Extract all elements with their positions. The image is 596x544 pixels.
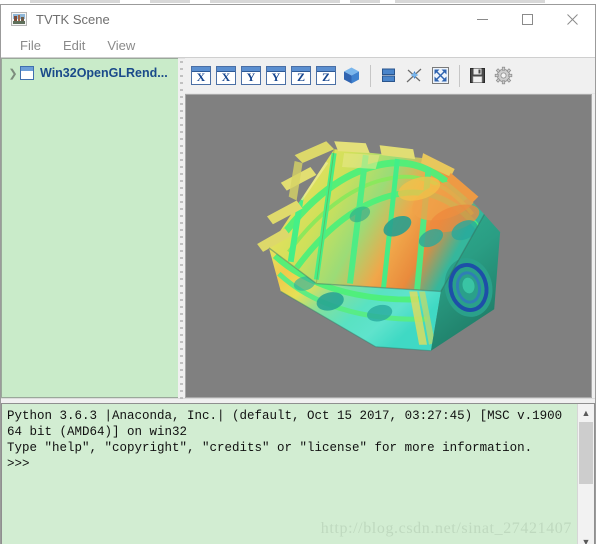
axis-cap-bar xyxy=(292,67,310,72)
axis-cap-bar xyxy=(317,67,335,72)
view-minus-y-button[interactable]: Y xyxy=(266,66,286,85)
axis-button-label: Y xyxy=(271,70,281,84)
axis-button-label: X xyxy=(196,70,206,84)
anti-aliasing-button[interactable] xyxy=(404,65,425,86)
title-bar: TVTK Scene xyxy=(1,5,595,33)
view-plus-y-button[interactable]: Y xyxy=(241,66,261,85)
axis-cap-bar xyxy=(192,67,210,72)
split-panes-icon xyxy=(382,68,395,82)
axis-button-label: Z xyxy=(296,70,305,84)
console-scrollbar[interactable]: ▲ ▼ xyxy=(577,404,594,544)
chevron-right-icon[interactable]: ❯ xyxy=(6,67,20,80)
window-title: TVTK Scene xyxy=(36,11,110,27)
menu-bar: File Edit View xyxy=(1,33,595,58)
tree-item-label: Win32OpenGLRend... xyxy=(40,66,168,80)
python-console[interactable]: Python 3.6.3 |Anaconda, Inc.| (default, … xyxy=(1,403,595,544)
viewer-column: X X Y Y Z Z xyxy=(185,58,595,398)
main-window: TVTK Scene File Edit View ❯ Win32OpenGLR… xyxy=(0,4,596,544)
splitter-grip-dots xyxy=(179,59,184,399)
expand-arrows-icon xyxy=(432,67,449,84)
menu-item-view[interactable]: View xyxy=(96,36,146,55)
watermark-text: http://blog.csdn.net/sinat_27421407 xyxy=(320,520,572,537)
scene-tree-panel: ❯ Win32OpenGLRend... xyxy=(1,58,178,398)
isometric-view-button[interactable] xyxy=(341,65,362,86)
console-output: Python 3.6.3 |Anaconda, Inc.| (default, … xyxy=(7,409,563,471)
scrollbar-thumb[interactable] xyxy=(579,422,593,484)
menu-item-edit[interactable]: Edit xyxy=(52,36,96,55)
chevron-up-icon[interactable]: ▲ xyxy=(578,404,594,421)
tree-item-win32openglrenderer[interactable]: ❯ Win32OpenGLRend... xyxy=(2,62,178,84)
toolbar-separator xyxy=(370,64,371,87)
axis-button-label: Y xyxy=(246,70,256,84)
gear-icon xyxy=(494,66,513,85)
axis-button-label: Z xyxy=(321,70,330,84)
tvtk-scene-window: TVTK Scene File Edit View ❯ Win32OpenGLR… xyxy=(0,0,596,544)
configure-scene-button[interactable] xyxy=(493,65,514,86)
picture-icon xyxy=(11,12,27,26)
cube-icon xyxy=(344,67,359,84)
view-minus-x-button[interactable]: X xyxy=(216,66,236,85)
axis-cap-bar xyxy=(217,67,235,72)
tvtk-3d-render-area[interactable] xyxy=(185,94,592,398)
full-screen-button[interactable] xyxy=(430,65,451,86)
window-controls xyxy=(460,5,595,33)
render-panel-wrapper xyxy=(185,94,595,398)
view-plus-z-button[interactable]: Z xyxy=(291,66,311,85)
floppy-disk-icon xyxy=(470,68,485,83)
chevron-down-icon[interactable]: ▼ xyxy=(578,533,594,544)
scene-toolbar: X X Y Y Z Z xyxy=(185,58,595,94)
window-node-icon xyxy=(20,66,34,80)
view-plus-x-button[interactable]: X xyxy=(191,66,211,85)
vtk-scene-graphic xyxy=(257,141,501,352)
sparkle-icon xyxy=(406,68,422,83)
save-snapshot-button[interactable] xyxy=(467,65,488,86)
axis-button-label: X xyxy=(221,70,231,84)
vertical-splitter[interactable] xyxy=(178,58,185,399)
parallel-projection-button[interactable] xyxy=(378,65,399,86)
view-minus-z-button[interactable]: Z xyxy=(316,66,336,85)
axis-cap-bar xyxy=(267,67,285,72)
minimize-icon[interactable] xyxy=(460,5,505,33)
main-body: ❯ Win32OpenGLRend... X X Y Y Z Z xyxy=(1,58,595,399)
maximize-icon[interactable] xyxy=(505,5,550,33)
axis-cap-bar xyxy=(242,67,260,72)
close-icon[interactable] xyxy=(550,5,595,33)
toolbar-separator xyxy=(459,64,460,87)
menu-item-file[interactable]: File xyxy=(9,36,52,55)
